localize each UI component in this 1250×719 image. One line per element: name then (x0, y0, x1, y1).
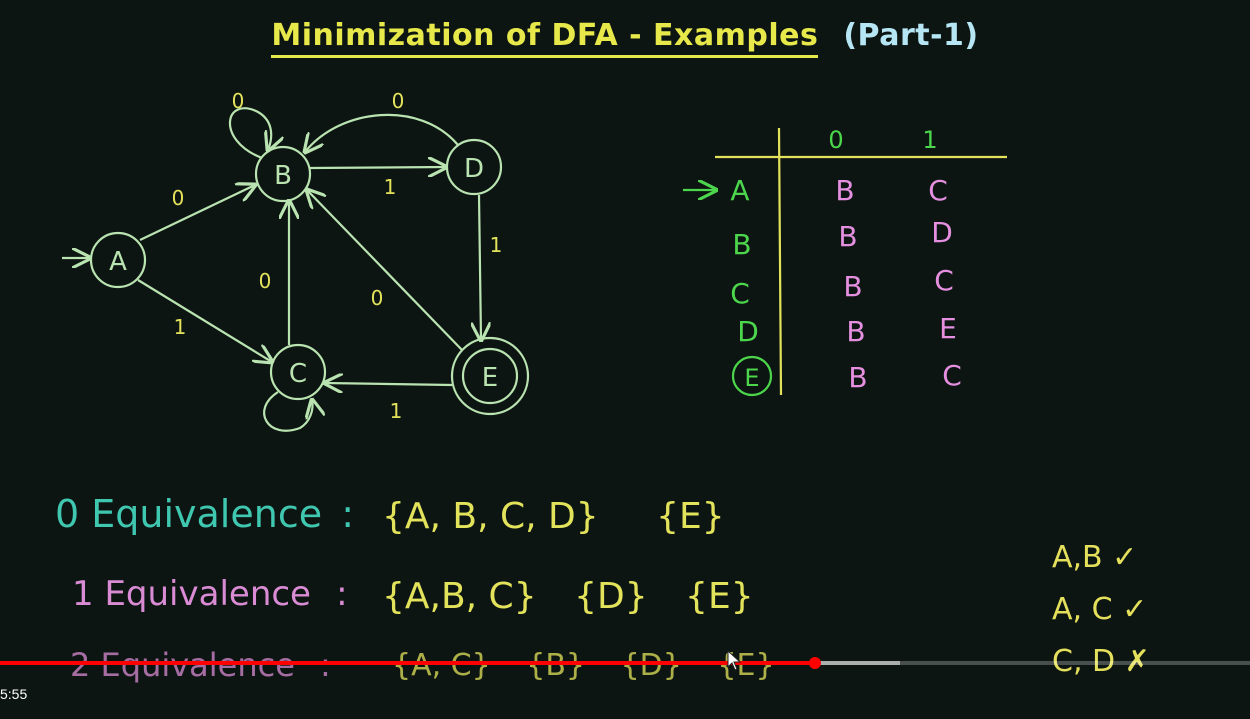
label-e-c: 1 (390, 399, 403, 423)
table-c-0: B (843, 270, 862, 303)
equivalence-separator: : (336, 574, 348, 614)
table-d-0: B (846, 315, 865, 348)
equivalence-separator: : (320, 646, 331, 684)
equivalence-separator: : (341, 492, 355, 536)
equivalence-sets-0: {A, B, C, D} {E} (382, 496, 751, 537)
equivalence-set: {B} (526, 648, 586, 683)
equivalence-set: {A, B, C, D} (382, 496, 599, 537)
state-b-label: B (274, 161, 292, 191)
table-a-0: B (835, 174, 854, 207)
video-progress-bar[interactable] (0, 657, 1250, 669)
equivalence-label: 2 Equivalence (70, 646, 295, 684)
state-d-label: D (464, 154, 484, 184)
mouse-cursor-icon (727, 650, 742, 671)
state-c-label: C (289, 359, 307, 389)
equivalence-row-2: 2 Equivalence : (70, 646, 331, 684)
edge-e-c (325, 383, 453, 385)
table-d-1: E (939, 312, 957, 345)
edge-e-b (307, 190, 463, 351)
table-state-d: D (737, 315, 759, 348)
equivalence-row-1: 1 Equivalence : (72, 574, 348, 614)
equivalence-label: 0 Equivalence (55, 492, 323, 536)
table-e-1: C (942, 359, 962, 392)
equivalence-set: {E} (685, 576, 754, 617)
table-b-1: D (931, 216, 953, 249)
current-time: 5:55 (0, 686, 28, 702)
label-c-b: 0 (259, 269, 272, 293)
table-state-c: C (730, 277, 750, 310)
table-header-0: 0 (828, 126, 843, 154)
equivalence-set: {A,B, C} (382, 576, 537, 617)
label-d-e: 1 (490, 233, 503, 257)
label-e-b: 0 (371, 286, 384, 310)
transition-table: 0 1 A B C B B D C B C D B E E B C (683, 126, 1007, 397)
state-e-label: E (482, 363, 498, 393)
label-d-b: 0 (392, 89, 405, 113)
edge-a-b (139, 185, 255, 241)
equivalence-label: 1 Equivalence (72, 574, 311, 614)
edge-d-e (479, 194, 481, 340)
table-c-1: C (934, 264, 954, 297)
equivalence-set: {D} (620, 648, 682, 683)
label-a-b: 0 (172, 186, 185, 210)
table-e-0: B (848, 361, 867, 394)
progress-played (0, 661, 815, 665)
label-b-self: 0 (232, 89, 245, 113)
table-state-e: E (744, 364, 759, 392)
pair-check-item: A, C ✓ (1052, 592, 1148, 627)
state-a-label: A (109, 247, 127, 277)
equivalence-row-0: 0 Equivalence : (55, 492, 354, 536)
edge-d-b (305, 113, 459, 152)
edge-b-d (309, 167, 446, 168)
label-b-d: 1 (384, 175, 397, 199)
label-a-c: 1 (174, 315, 187, 339)
edge-b-self (228, 107, 271, 160)
table-b-0: B (838, 220, 857, 253)
equivalence-set: {E} (656, 496, 725, 537)
equivalence-sets-1: {A,B, C} {D} {E} (382, 576, 780, 617)
table-state-a: A (730, 174, 749, 207)
progress-scrubber-handle[interactable] (809, 657, 821, 669)
table-header-1: 1 (922, 126, 937, 154)
pair-check-item: A,B ✓ (1052, 540, 1138, 575)
equivalence-set: {A, C} (392, 648, 491, 683)
table-state-b: B (732, 228, 751, 261)
edge-a-c (137, 279, 272, 362)
equivalence-set: {D} (574, 576, 648, 617)
table-a-1: C (928, 174, 948, 207)
